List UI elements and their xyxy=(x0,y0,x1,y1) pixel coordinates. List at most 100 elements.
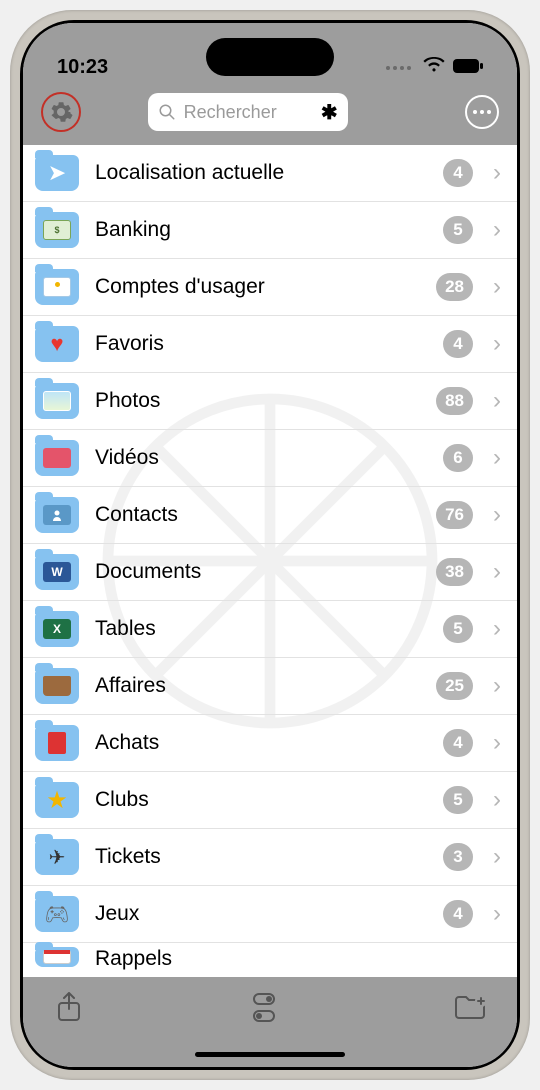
folder-row-tickets[interactable]: ✈ Tickets 3 › xyxy=(23,829,517,886)
chevron-right-icon: › xyxy=(493,731,501,755)
folder-row-rappels[interactable]: Rappels xyxy=(23,943,517,973)
count-badge: 3 xyxy=(443,843,473,871)
view-toggle-button[interactable] xyxy=(252,989,288,1025)
dynamic-island xyxy=(206,38,334,76)
chevron-right-icon: › xyxy=(493,218,501,242)
folder-icon: ★ xyxy=(35,782,79,818)
count-badge: 4 xyxy=(443,330,473,358)
more-button[interactable] xyxy=(465,95,499,129)
folder-row-location[interactable]: ➤ Localisation actuelle 4 › xyxy=(23,145,517,202)
folder-icon: ➤ xyxy=(35,155,79,191)
folder-row-contacts[interactable]: Contacts 76 › xyxy=(23,487,517,544)
chevron-right-icon: › xyxy=(493,332,501,356)
count-badge: 76 xyxy=(436,501,473,529)
folder-row-videos[interactable]: Vidéos 6 › xyxy=(23,430,517,487)
wifi-icon xyxy=(423,56,445,79)
photo-icon xyxy=(43,391,71,411)
folder-row-favorites[interactable]: ♥ Favoris 4 › xyxy=(23,316,517,373)
phone-bezel: 10:23 Rechercher xyxy=(20,20,520,1070)
folder-icon xyxy=(35,440,79,476)
folder-row-documents[interactable]: W Documents 38 › xyxy=(23,544,517,601)
word-doc-icon: W xyxy=(43,562,71,582)
count-badge: 88 xyxy=(436,387,473,415)
excel-doc-icon: X xyxy=(43,619,71,639)
folder-label: Tickets xyxy=(95,845,427,869)
folder-plus-icon xyxy=(454,994,488,1020)
folder-row-clubs[interactable]: ★ Clubs 5 › xyxy=(23,772,517,829)
phone-frame: 10:23 Rechercher xyxy=(10,10,530,1080)
folder-icon: 🎮︎ xyxy=(35,896,79,932)
folder-label: Jeux xyxy=(95,902,427,926)
count-badge: 6 xyxy=(443,444,473,472)
share-icon xyxy=(56,992,82,1022)
chevron-right-icon: › xyxy=(493,275,501,299)
folder-label: Localisation actuelle xyxy=(95,161,427,185)
folder-row-achats[interactable]: Achats 4 › xyxy=(23,715,517,772)
folder-icon xyxy=(35,383,79,419)
shopping-bag-icon xyxy=(48,732,66,754)
folder-row-banking[interactable]: $ Banking 5 › xyxy=(23,202,517,259)
search-placeholder: Rechercher xyxy=(184,102,277,123)
folder-label: Tables xyxy=(95,617,427,641)
folder-icon: X xyxy=(35,611,79,647)
count-badge: 4 xyxy=(443,159,473,187)
search-input[interactable]: Rechercher ✱ xyxy=(148,93,348,131)
location-arrow-icon: ➤ xyxy=(48,160,66,186)
gamepad-icon: 🎮︎ xyxy=(44,902,69,927)
home-indicator[interactable] xyxy=(195,1052,345,1057)
heart-icon: ♥ xyxy=(50,331,63,357)
folder-row-user-accounts[interactable]: Comptes d'usager 28 › xyxy=(23,259,517,316)
folder-list[interactable]: ➤ Localisation actuelle 4 › $ Banking 5 … xyxy=(23,145,517,977)
status-time: 10:23 xyxy=(57,56,108,79)
folder-label: Comptes d'usager xyxy=(95,275,420,299)
recent-apps-dots-icon xyxy=(386,66,411,70)
count-badge: 5 xyxy=(443,786,473,814)
count-badge: 28 xyxy=(436,273,473,301)
calendar-icon xyxy=(43,950,71,964)
share-button[interactable] xyxy=(51,989,87,1025)
folder-label: Vidéos xyxy=(95,446,427,470)
folder-row-jeux[interactable]: 🎮︎ Jeux 4 › xyxy=(23,886,517,943)
settings-button[interactable] xyxy=(41,92,81,132)
airplane-icon: ✈ xyxy=(49,845,66,870)
folder-row-affaires[interactable]: Affaires 25 › xyxy=(23,658,517,715)
folder-label: Achats xyxy=(95,731,427,755)
chevron-right-icon: › xyxy=(493,674,501,698)
folder-icon xyxy=(35,269,79,305)
toggles-icon xyxy=(253,993,287,1022)
new-folder-button[interactable] xyxy=(453,989,489,1025)
sparkle-icon[interactable]: ✱ xyxy=(321,100,338,125)
folder-label: Banking xyxy=(95,218,427,242)
count-badge: 4 xyxy=(443,900,473,928)
search-icon xyxy=(158,103,176,121)
folder-icon: W xyxy=(35,554,79,590)
star-icon: ★ xyxy=(46,786,68,815)
folder-label: Affaires xyxy=(95,674,420,698)
chevron-right-icon: › xyxy=(493,161,501,185)
chevron-right-icon: › xyxy=(493,560,501,584)
count-badge: 5 xyxy=(443,615,473,643)
folder-icon: ♥ xyxy=(35,326,79,362)
chevron-right-icon: › xyxy=(493,446,501,470)
ellipsis-icon xyxy=(473,110,491,114)
count-badge: 5 xyxy=(443,216,473,244)
screen: 10:23 Rechercher xyxy=(23,23,517,1067)
chevron-right-icon: › xyxy=(493,788,501,812)
count-badge: 4 xyxy=(443,729,473,757)
folder-icon xyxy=(35,668,79,704)
folder-icon: ✈ xyxy=(35,839,79,875)
briefcase-icon xyxy=(43,676,71,696)
banknote-icon: $ xyxy=(43,220,71,240)
chevron-right-icon: › xyxy=(493,389,501,413)
folder-row-tables[interactable]: X Tables 5 › xyxy=(23,601,517,658)
folder-label: Documents xyxy=(95,560,420,584)
folder-icon: $ xyxy=(35,212,79,248)
status-right xyxy=(386,56,483,79)
chevron-right-icon: › xyxy=(493,617,501,641)
folder-row-photos[interactable]: Photos 88 › xyxy=(23,373,517,430)
folder-icon xyxy=(35,497,79,533)
folder-label: Clubs xyxy=(95,788,427,812)
chevron-right-icon: › xyxy=(493,845,501,869)
folder-label: Photos xyxy=(95,389,420,413)
contact-card-icon xyxy=(43,505,71,525)
